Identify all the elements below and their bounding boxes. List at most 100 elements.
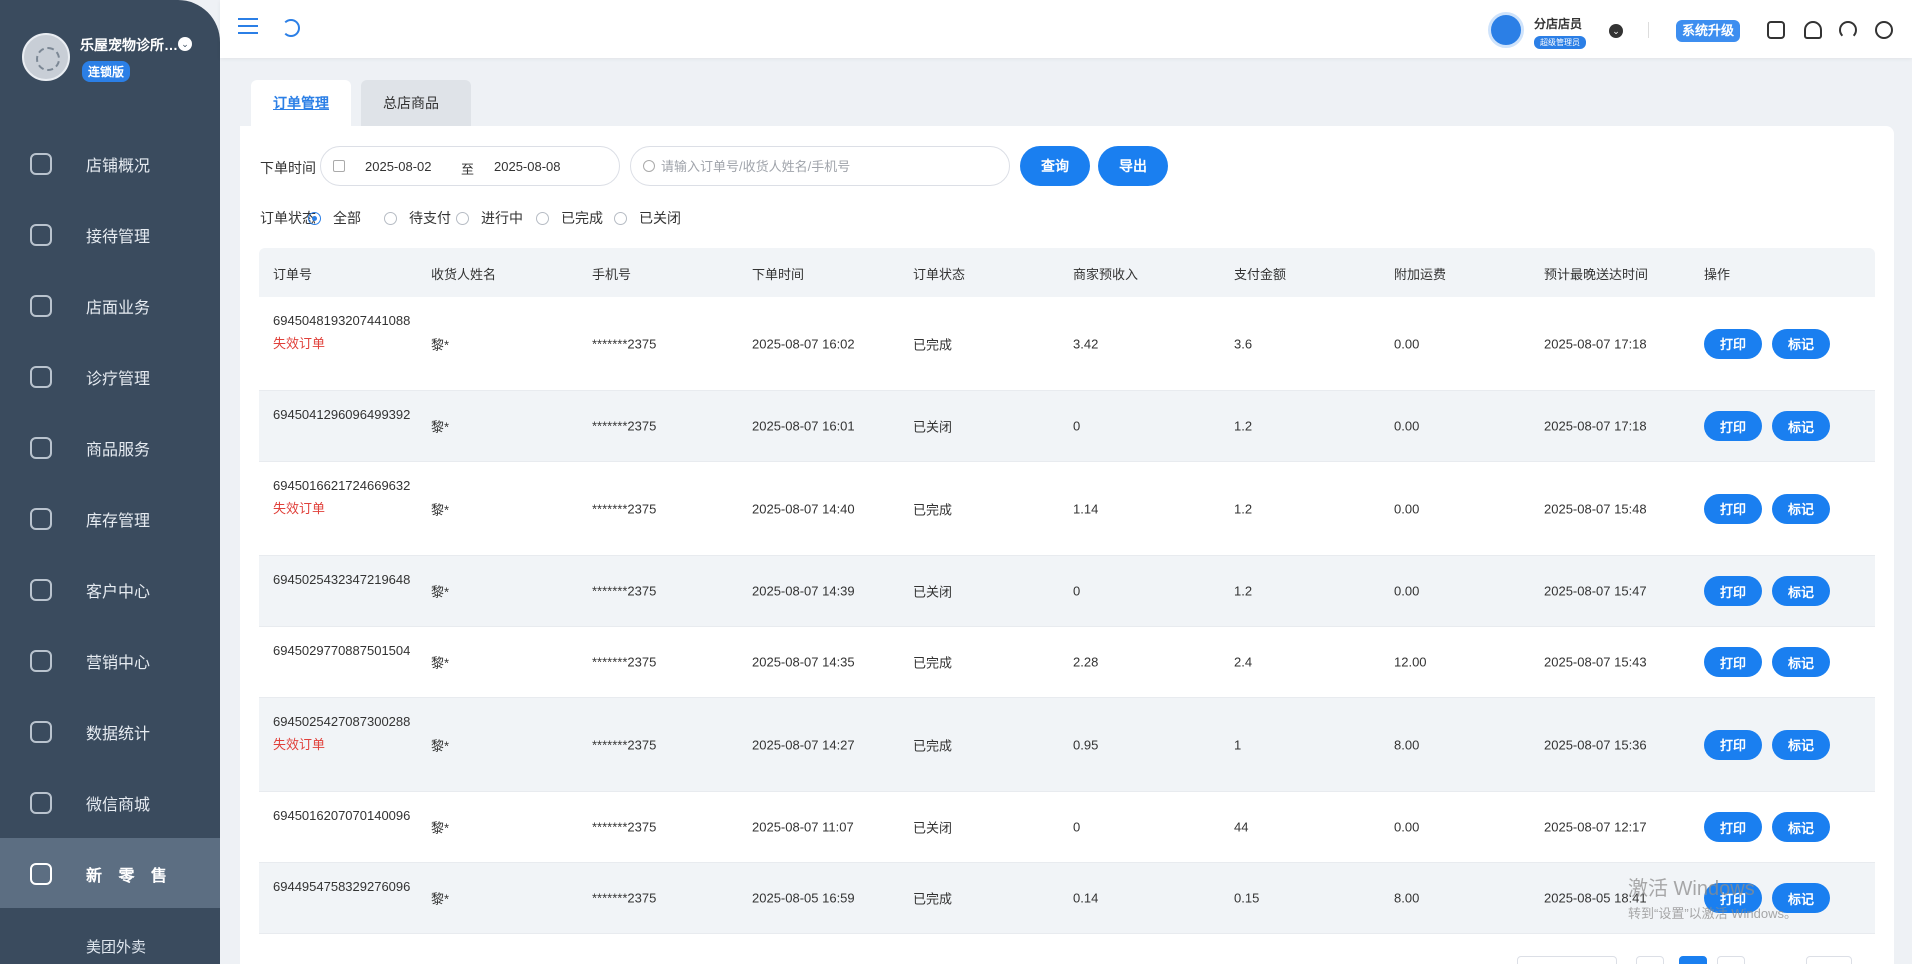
radio-circle[interactable] (614, 211, 627, 225)
sidebar-item-4[interactable]: 诊疗管理 (0, 341, 220, 412)
table-header: 订单号 收货人姓名 手机号 下单时间 订单状态 商家预收入 支付金额 附加运费 预计最晚送达时间… (259, 248, 1875, 297)
sidebar-subitem-meituan[interactable]: 美团外卖 (0, 908, 220, 964)
print-button[interactable]: 打印 (1704, 729, 1762, 760)
page-size-select[interactable] (1517, 956, 1617, 964)
mark-button[interactable]: 标记 (1772, 493, 1830, 524)
export-button[interactable]: 导出 (1098, 146, 1168, 186)
mark-button[interactable]: 标记 (1772, 576, 1830, 606)
status-radio-4[interactable]: 已完成 (536, 208, 603, 228)
sidebar-item-11[interactable]: 新 零 售 (0, 838, 220, 910)
cell-eta: 2025-08-07 17:18 (1544, 418, 1647, 434)
cell-time: 2025-08-07 14:40 (752, 501, 855, 516)
date-end[interactable]: 2025-08-08 (494, 159, 561, 174)
cell-paid: 1 (1234, 737, 1242, 752)
tab-order-management[interactable]: 订单管理 (251, 80, 351, 126)
cell-freight: 0.00 (1394, 819, 1420, 835)
mark-button[interactable]: 标记 (1772, 328, 1830, 359)
refresh-icon[interactable] (282, 19, 300, 37)
column-header: 收货人姓名 (431, 267, 497, 282)
column-header: 下单时间 (752, 267, 805, 282)
status-radio-1[interactable]: 全部 (308, 208, 361, 228)
cell-freight: 8.00 (1394, 890, 1420, 906)
cell-income: 1.14 (1073, 501, 1099, 516)
next-page-button[interactable] (1717, 956, 1745, 964)
current-page-button[interactable] (1679, 956, 1707, 964)
status-radio-5[interactable]: 已关闭 (614, 208, 681, 228)
date-range-separator: 至 (461, 162, 475, 177)
sidebar-item-3[interactable]: 店面业务 (0, 270, 220, 341)
radio-circle[interactable] (536, 211, 549, 225)
store-switch-chevron-icon[interactable]: ⌄ (178, 37, 192, 51)
radio-circle[interactable] (308, 211, 321, 225)
cell-paid: 1.2 (1234, 583, 1253, 599)
page-jump-input[interactable] (1806, 956, 1852, 964)
goods-bag-icon (30, 436, 52, 459)
column-header: 商家预收入 (1073, 267, 1139, 282)
search-box[interactable] (630, 146, 1010, 186)
status-radio-3[interactable]: 进行中 (456, 208, 523, 228)
order-number: 6944954758329276096 (273, 879, 411, 894)
user-menu-chevron-icon[interactable]: ⌄ (1609, 24, 1623, 38)
print-button[interactable]: 打印 (1704, 411, 1762, 441)
sidebar-item-2[interactable]: 接待管理 (0, 199, 220, 270)
customer-icon (30, 578, 52, 601)
row-actions: 打印 标记 (1704, 729, 1830, 760)
order-number-cell: 6945048193207441088 失效订单 (273, 309, 413, 355)
cell-freight: 0.00 (1394, 583, 1420, 599)
bell-icon[interactable] (1804, 21, 1822, 39)
mark-button[interactable]: 标记 (1772, 812, 1830, 842)
print-button[interactable]: 打印 (1704, 812, 1762, 842)
sidebar-item-8[interactable]: 营销中心 (0, 625, 220, 696)
column-header: 预计最晚送达时间 (1544, 267, 1649, 282)
sidebar-item-6[interactable]: 库存管理 (0, 483, 220, 554)
date-start[interactable]: 2025-08-02 (365, 159, 432, 174)
radio-circle[interactable] (384, 211, 397, 225)
cell-eta: 2025-08-07 15:43 (1544, 654, 1647, 670)
print-button[interactable]: 打印 (1704, 493, 1762, 524)
cell-income: 3.42 (1073, 336, 1099, 351)
radio-circle[interactable] (456, 211, 469, 225)
sidebar-item-label: 库存管理 (86, 512, 151, 530)
order-number-cell: 6945025432347219648 (273, 568, 413, 591)
headset-icon[interactable] (1839, 21, 1857, 39)
sidebar-item-7[interactable]: 客户中心 (0, 554, 220, 625)
print-button[interactable]: 打印 (1704, 328, 1762, 359)
print-button[interactable]: 打印 (1704, 647, 1762, 677)
cell-time: 2025-08-07 16:01 (752, 418, 855, 434)
cell-phone: *******2375 (592, 583, 657, 599)
cell-income: 0.95 (1073, 737, 1099, 752)
sidebar-item-9[interactable]: 数据统计 (0, 696, 220, 767)
sidebar-item-5[interactable]: 商品服务 (0, 412, 220, 483)
store-brand[interactable]: 乐屋宠物诊所… ⌄ 连锁版 (22, 33, 212, 93)
query-button[interactable]: 查询 (1020, 146, 1090, 186)
user-role-badge: 超级管理员 (1534, 36, 1586, 49)
tab-hq-goods[interactable]: 总店商品 (361, 80, 471, 126)
print-button[interactable]: 打印 (1704, 576, 1762, 606)
store-name: 乐屋宠物诊所… (80, 37, 178, 53)
cell-status: 已关闭 (913, 419, 953, 435)
row-actions: 打印 标记 (1704, 328, 1830, 359)
date-range-picker[interactable]: 2025-08-02 至 2025-08-08 (320, 146, 620, 186)
calendar-icon[interactable] (1767, 21, 1785, 39)
search-input[interactable] (661, 155, 991, 177)
system-upgrade-button[interactable]: 系统升级 (1676, 20, 1741, 42)
status-radio-2[interactable]: 待支付 (384, 208, 451, 228)
failed-order-tag: 失效订单 (273, 737, 326, 752)
clock-icon[interactable] (1875, 21, 1893, 39)
filter-row: 下单时间 2025-08-02 至 2025-08-08 查询 导出 (260, 146, 1260, 186)
user-avatar[interactable] (1488, 12, 1524, 48)
mark-button[interactable]: 标记 (1772, 411, 1830, 441)
cell-paid: 1.2 (1234, 418, 1253, 434)
cell-phone: *******2375 (592, 819, 657, 835)
cell-time: 2025-08-07 14:27 (752, 737, 855, 752)
menu-toggle-icon[interactable] (238, 18, 258, 34)
sidebar-item-10[interactable]: 微信商城 (0, 767, 220, 838)
mark-button[interactable]: 标记 (1772, 729, 1830, 760)
sidebar-item-1[interactable]: 店铺概况 (0, 128, 220, 199)
windows-activation-watermark: 激活 Windows 转到“设置”以激活 Windows。 (1628, 872, 1797, 922)
mark-button[interactable]: 标记 (1772, 647, 1830, 677)
order-status-filter: 订单状态 全部 待支付 进行中 已完成 已关闭 (260, 206, 860, 226)
prev-page-button[interactable] (1636, 956, 1664, 964)
order-panel: 下单时间 2025-08-02 至 2025-08-08 查询 导出 订单状态 … (240, 126, 1894, 964)
cell-time: 2025-08-05 16:59 (752, 890, 855, 906)
